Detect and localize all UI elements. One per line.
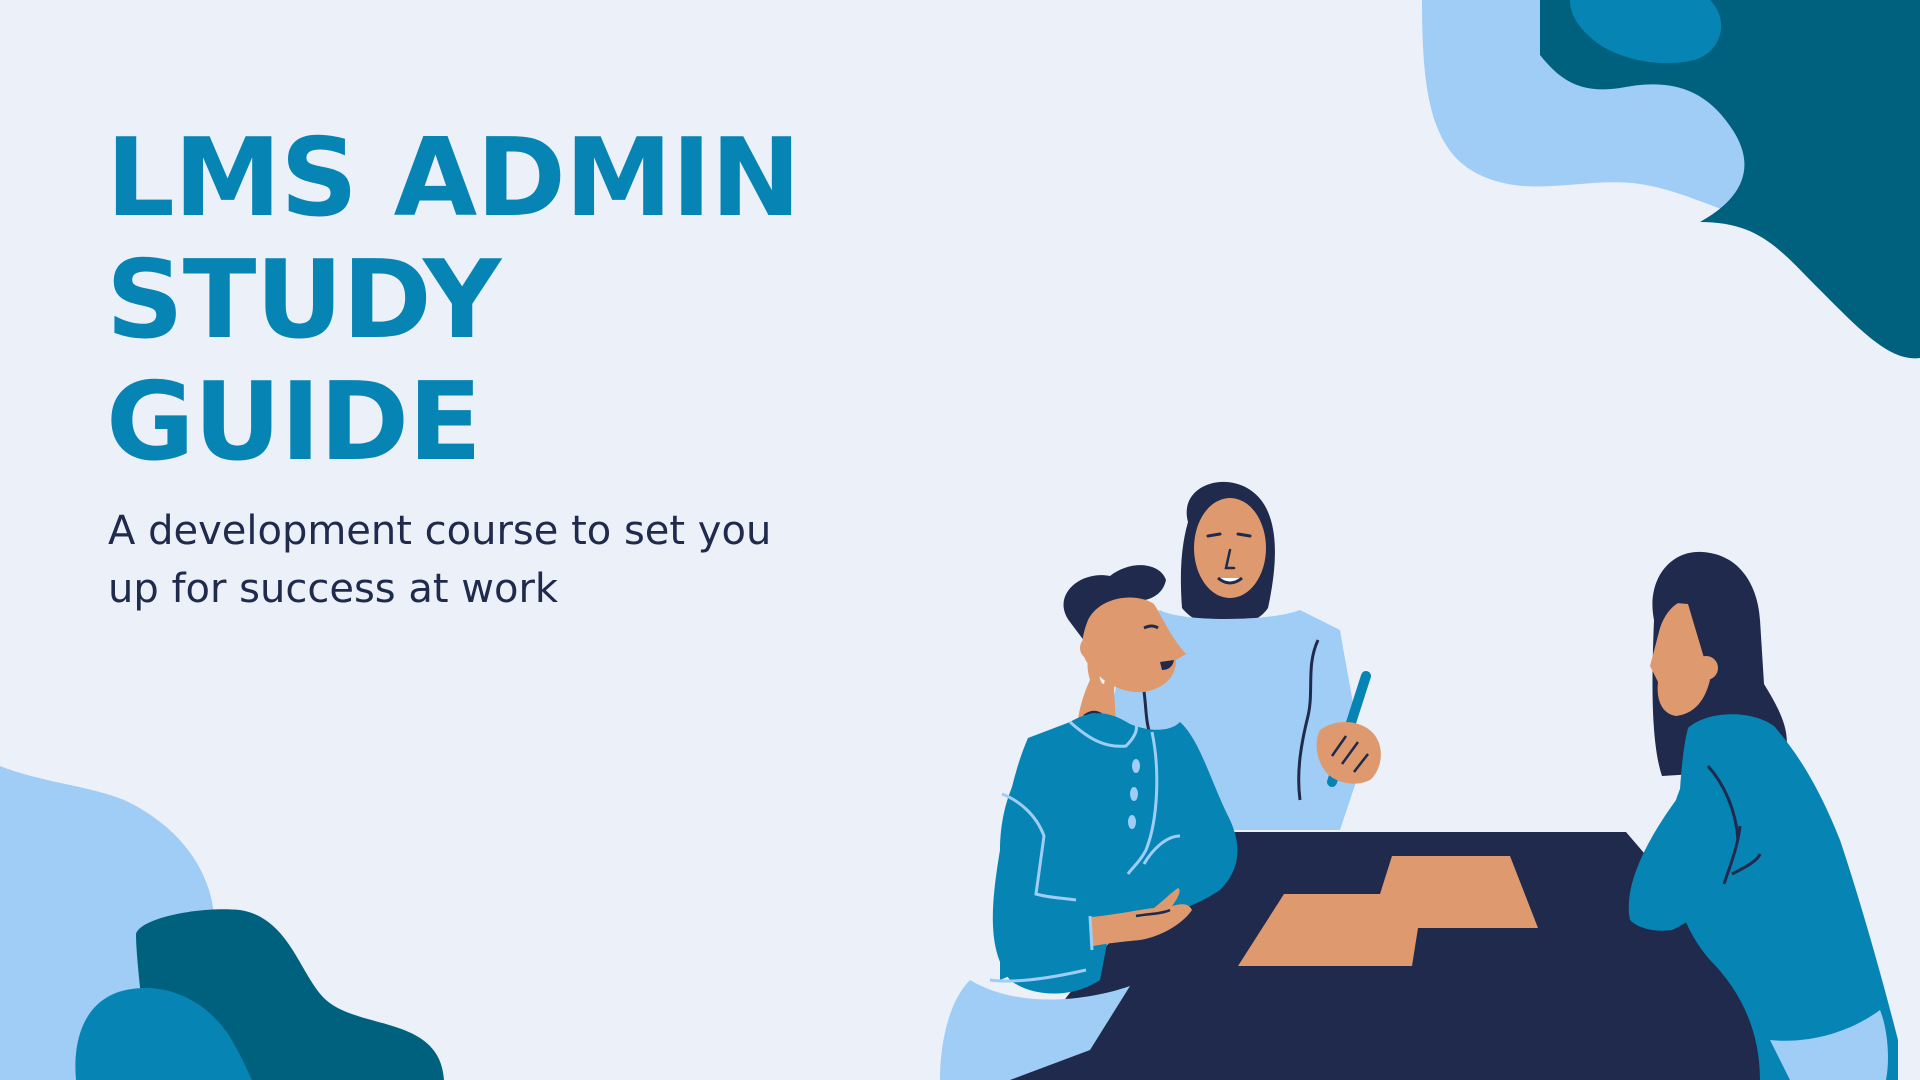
meeting-illustration xyxy=(940,481,1898,1080)
title-line-3: GUIDE xyxy=(106,360,482,485)
title-line-1: LMS ADMIN xyxy=(106,116,801,241)
title-line-2: STUDY xyxy=(106,238,501,363)
man-cuff xyxy=(1060,916,1092,952)
page-title: LMS ADMIN STUDY GUIDE xyxy=(106,116,801,485)
subtitle: A development course to set you up for s… xyxy=(108,508,772,612)
